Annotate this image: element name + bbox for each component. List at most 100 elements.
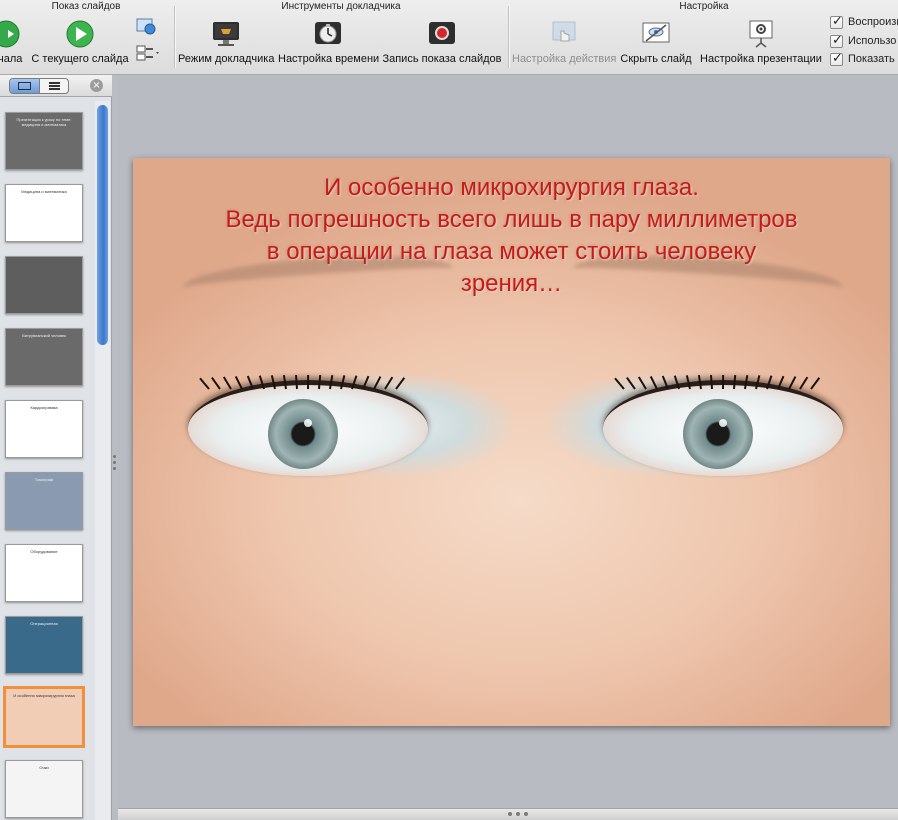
checkbox-label: Воспроизв [848,16,898,28]
eyelash [384,376,394,390]
checkbox-checked-icon[interactable] [830,14,843,29]
eyelash [199,377,210,390]
thumbnails-view-tab[interactable] [10,79,40,93]
thumbnail-caption: Презентация к уроку по теме: медицина и … [16,117,72,127]
play-from-current-button[interactable]: С текущего слайда [30,16,130,72]
play-from-start-button[interactable]: чала [0,16,28,72]
checkbox-label: Показать [848,53,895,65]
broadcast-globe-icon[interactable] [136,18,156,36]
thumbnail-caption: Операционная [30,621,58,626]
close-pane-icon[interactable]: × [90,79,103,92]
scrollbar-thumb[interactable] [97,105,108,345]
slide-thumbnail[interactable]: Томограф [5,472,83,530]
eyelash [744,375,749,390]
eyelash [258,375,265,390]
outline-view-tab[interactable] [40,79,69,93]
eyelash [329,375,334,390]
view-toggle[interactable] [9,78,69,94]
eyelash [710,374,713,390]
outline-view-icon [48,82,60,90]
eyelash [351,375,358,390]
eyelash [810,377,821,390]
eyelash [307,374,310,390]
eyelash [282,375,287,390]
checkbox-checked-icon[interactable] [830,51,843,66]
play-from-start-icon [0,20,20,48]
group-divider [508,6,509,68]
action-settings-button[interactable]: Настройка действия [512,16,616,72]
slide-thumbnail[interactable]: Медицина и математика [5,184,83,242]
custom-show-icon[interactable] [136,44,162,62]
group-title-slideshow: Показ слайдов [51,1,121,12]
play-icon [66,20,94,48]
thumbnail-caption: Оборудование [30,549,58,554]
action-settings-label: Настройка действия [512,53,617,65]
eyelash [766,375,773,390]
record-slideshow-button[interactable]: Запись показа слайдов [382,16,502,72]
setup-presentation-button[interactable]: Настройка презентации [698,16,824,72]
slide-thumbnail[interactable]: Оборудование [5,544,83,602]
thumbnail-caption: И особенно микрохирургия глаза [13,693,75,698]
eyelash [222,376,232,390]
pane-resize-handle[interactable] [113,455,117,473]
rehearse-timings-button[interactable]: Настройка времени [278,16,379,72]
presenter-mode-button[interactable]: Режим докладчика [178,16,274,72]
slide-thumbnail[interactable]: Презентация к уроку по теме: медицина и … [5,112,83,170]
eyelash [246,375,254,390]
pane-scrollbar[interactable] [95,101,110,820]
eyelash [395,377,406,390]
checkbox-use-timings[interactable]: Использо [830,33,896,49]
group-title-setup: Настройка [679,1,729,12]
projector-screen-icon [749,20,773,48]
grip-dot [516,812,520,816]
current-slide[interactable]: И особенно микрохирургия глаза. Ведь пог… [133,158,890,726]
checkbox-checked-icon[interactable] [830,33,843,48]
slide-thumbnail[interactable]: Операционная [5,616,83,674]
eyelash [755,375,761,390]
hide-slide-label: Скрыть слайд [620,53,692,65]
presenter-view-icon [213,22,239,46]
eyelash [673,375,680,390]
thumbnail-caption: Кардиограмма [30,405,58,410]
pane-toolbar: × [0,75,112,97]
slide-thumbnail[interactable]: Витрувианский человек [5,328,83,386]
eyelash [637,376,647,390]
eyelash [614,377,625,390]
eyelash [234,376,243,390]
slide-text-box[interactable]: И особенно микрохирургия глаза. Ведь пог… [163,172,860,300]
eyelash [777,375,785,390]
eyelash [649,376,658,390]
checkbox-show-media-controls[interactable]: Показать [830,51,895,67]
eyelash [340,375,346,390]
checkbox-play-narrations[interactable]: Воспроизв [830,14,898,30]
slide-thumbnail[interactable]: Кардиограмма [5,400,83,458]
eyelash [697,375,702,390]
grip-dot [508,812,512,816]
notes-splitter[interactable] [118,808,898,820]
group-divider [174,6,175,68]
thumbnail-caption: Томограф [34,477,54,482]
eyelash [626,377,636,390]
slide-thumbnail[interactable]: И особенно микрохирургия глаза [3,686,85,748]
slide-thumbnail[interactable]: Очки [5,760,83,818]
slide-text-line: в операции на глаза может стоить человек… [266,238,757,265]
record-icon [429,22,455,44]
eye-left-image [188,374,428,476]
thumbnail-caption: Медицина и математика [21,189,67,194]
checkbox-label: Использо [848,35,897,47]
grip-dot [524,812,528,816]
play-from-start-label: чала [0,53,23,65]
eyelash [799,376,809,390]
slide-thumbnail[interactable] [5,256,83,314]
slide-text-line: Ведь погрешность всего лишь в пару милли… [225,206,798,233]
eyelash [373,376,382,390]
eyelash [733,374,737,390]
ribbon: Показ слайдов Инструменты докладчика Нас… [0,0,898,75]
eyelash [270,375,276,390]
thumbnail-caption: Очки [39,765,49,770]
eyelash [318,374,322,390]
slides-view-icon [18,82,31,90]
hide-slide-button[interactable]: Скрыть слайд [618,16,694,72]
slide-text-line: зрения… [460,270,563,297]
eyelash [362,375,370,390]
